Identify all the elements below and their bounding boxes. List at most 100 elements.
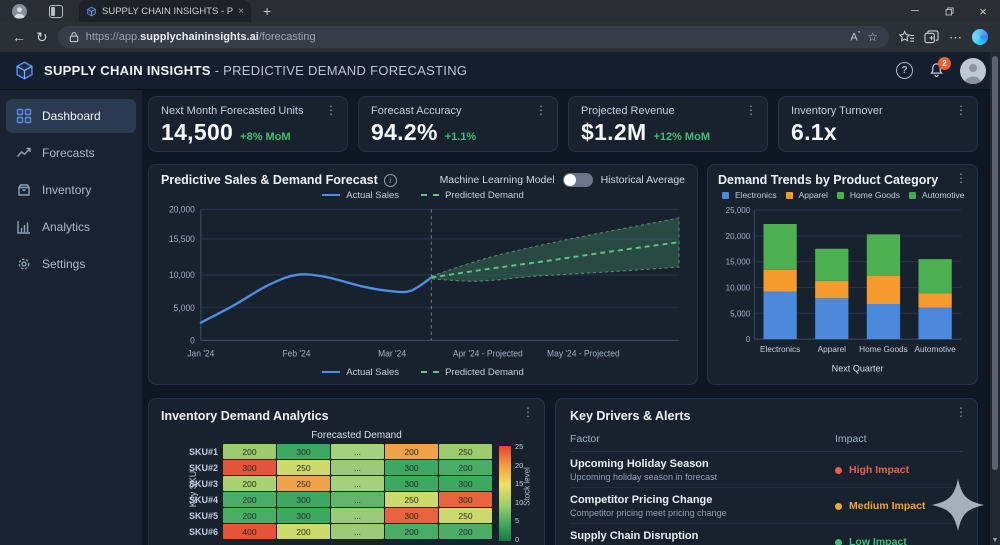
browser-window: SUPPLY CHAIN INSIGHTS - PRED × + ─ × ← ↻… (0, 0, 1000, 545)
legend-swatch (836, 191, 844, 199)
page-scrollbar[interactable]: ▼ (990, 52, 1000, 545)
kpi-title: Inventory Turnover (791, 105, 883, 117)
sidebar-item-label: Settings (42, 257, 86, 271)
heatmap-row-axis-label: Key SKU (188, 470, 198, 508)
sidebar-item-forecasts[interactable]: Forecasts (6, 136, 136, 170)
kebab-menu-icon[interactable]: ⋮ (955, 104, 967, 116)
heatmap-cell: 200 (385, 524, 438, 539)
heatmap-cell: ... (331, 492, 384, 507)
svg-text:Automotive: Automotive (914, 345, 956, 354)
driver-row[interactable]: Upcoming Holiday Season Upcoming holiday … (570, 452, 963, 488)
svg-text:Electronics: Electronics (760, 345, 800, 354)
address-bar[interactable]: https://app.supplychaininsights.ai/forec… (57, 26, 889, 48)
svg-text:Apr '24 - Projected: Apr '24 - Projected (453, 348, 523, 358)
legend-item[interactable]: Automotive (908, 190, 965, 200)
scrollbar-down-arrow-icon[interactable]: ▼ (990, 537, 1000, 544)
app-header: SUPPLY CHAIN INSIGHTS - PREDICTIVE DEMAN… (0, 52, 1000, 90)
heatmap-grid: Key SKU SKU#1 200 300... 200 250 SKU#2 300 250.… (161, 442, 532, 544)
kpi-delta: +1.1% (444, 131, 477, 143)
window-close-button[interactable]: × (966, 0, 1000, 22)
column-header-factor: Factor (570, 433, 600, 445)
read-aloud-icon[interactable]: A″ (850, 31, 860, 44)
heatmap-panel-title: Inventory Demand Analytics (161, 409, 329, 423)
refresh-icon[interactable]: ↻ (36, 30, 48, 44)
forecast-legend-top: Actual Sales Predicted Demand (161, 187, 685, 203)
legend-item[interactable]: Predicted Demand (421, 190, 524, 201)
legend-swatch (421, 194, 440, 196)
tab-close-icon[interactable]: × (238, 6, 244, 17)
gear-icon (18, 258, 30, 270)
heatmap-row-label: SKU#4 (188, 494, 218, 505)
category-panel: Demand Trends by Product Category ⋮ Elec… (707, 164, 978, 385)
copilot-icon[interactable] (972, 29, 988, 45)
favorite-star-icon[interactable]: ☆ (867, 30, 878, 44)
category-legend: Electronics Apparel Home Goods Automotive (718, 189, 967, 202)
svg-text:10,000: 10,000 (726, 283, 751, 292)
heatmap-scale-label: Stock level (522, 467, 532, 506)
heatmap-cell: 300 (223, 460, 276, 475)
svg-text:May '24 - Projected: May '24 - Projected (547, 348, 620, 358)
legend-swatch (722, 191, 729, 199)
heatmap-cell: 300 (385, 476, 438, 491)
tab-actions-icon[interactable] (49, 4, 63, 18)
kebab-menu-icon[interactable]: ⋮ (325, 104, 337, 116)
window-controls: ─ × (898, 0, 1000, 22)
kpi-delta: +8% MoM (240, 131, 291, 143)
heatmap-cell: 200 (439, 524, 492, 539)
svg-text:15,000: 15,000 (726, 257, 751, 266)
svg-text:Feb '24: Feb '24 (282, 348, 310, 358)
heatmap-cell: 200 (385, 444, 438, 459)
forecast-panel-title: Predictive Sales & Demand Forecast (161, 173, 378, 187)
back-icon[interactable]: ← (12, 30, 26, 44)
tab-strip: SUPPLY CHAIN INSIGHTS - PRED × + ─ × (0, 0, 1000, 22)
browser-tab[interactable]: SUPPLY CHAIN INSIGHTS - PRED × (79, 0, 251, 22)
heatmap-cell: 250 (385, 492, 438, 507)
column-header-impact: Impact (835, 433, 867, 445)
driver-row[interactable]: Supply Chain DisruptionSupply chain disr… (570, 524, 963, 545)
legend-item[interactable]: Home Goods (836, 190, 900, 200)
driver-row[interactable]: Competitor Pricing Change Competitor pric… (570, 488, 963, 524)
collections-icon[interactable] (924, 30, 939, 44)
kebab-menu-icon[interactable]: ⋮ (955, 406, 967, 418)
legend-item[interactable]: Actual Sales (322, 190, 399, 201)
new-tab-button[interactable]: + (263, 4, 271, 18)
user-avatar[interactable] (960, 57, 986, 84)
legend-item[interactable]: Apparel (785, 190, 828, 200)
sparkle-star-icon (929, 476, 987, 534)
info-icon[interactable]: i (383, 173, 397, 187)
svg-text:0: 0 (190, 335, 195, 345)
legend-item[interactable]: Electronics (722, 190, 777, 200)
sidebar-item-inventory[interactable]: Inventory (6, 173, 136, 207)
sidebar-item-analytics[interactable]: Analytics (6, 210, 136, 244)
kebab-menu-icon[interactable]: ⋮ (535, 104, 547, 116)
kebab-menu-icon[interactable]: ⋮ (522, 406, 534, 418)
scrollbar-thumb[interactable] (992, 56, 998, 470)
inventory-box-icon (18, 184, 30, 196)
sidebar-item-settings[interactable]: Settings (6, 247, 136, 281)
impact-dot-icon (835, 502, 842, 510)
svg-text:Home Goods: Home Goods (859, 345, 908, 354)
favorites-bar-icon[interactable] (899, 30, 914, 44)
kpi-card: ⋮ Next Month Forecasted Units 14,500 +8% Mo… (148, 96, 348, 152)
notifications-button[interactable]: 2 (928, 57, 951, 79)
kpi-card: ⋮ Forecast Accuracy 94.2% +1.1% (358, 96, 558, 152)
help-icon[interactable]: ? (896, 62, 913, 79)
kebab-menu-icon[interactable]: ⋮ (745, 104, 757, 116)
heatmap-scale-tick: 0 (515, 534, 520, 544)
settings-more-icon[interactable]: ⋯ (949, 31, 962, 44)
browser-profile-avatar-icon[interactable] (12, 3, 27, 19)
window-minimize-button[interactable]: ─ (898, 0, 932, 22)
heatmap-cell: 250 (277, 460, 330, 475)
svg-text:Jan '24: Jan '24 (187, 348, 214, 358)
sidebar-item-dashboard[interactable]: Dashboard (6, 99, 136, 133)
heatmap-cell: 200 (223, 444, 276, 459)
drivers-panel: Key Drivers & Alerts ⋮ Factor Impact Upc… (555, 398, 978, 545)
heatmap-cell: 250 (439, 508, 492, 523)
kebab-menu-icon[interactable]: ⋮ (955, 172, 967, 184)
model-toggle[interactable] (562, 173, 593, 187)
tab-favicon-cube-icon (86, 6, 97, 17)
heatmap-cell: 400 (223, 524, 276, 539)
window-restore-button[interactable] (932, 0, 966, 22)
legend-item[interactable]: Actual Sales (322, 367, 399, 378)
legend-item[interactable]: Predicted Demand (421, 367, 524, 378)
